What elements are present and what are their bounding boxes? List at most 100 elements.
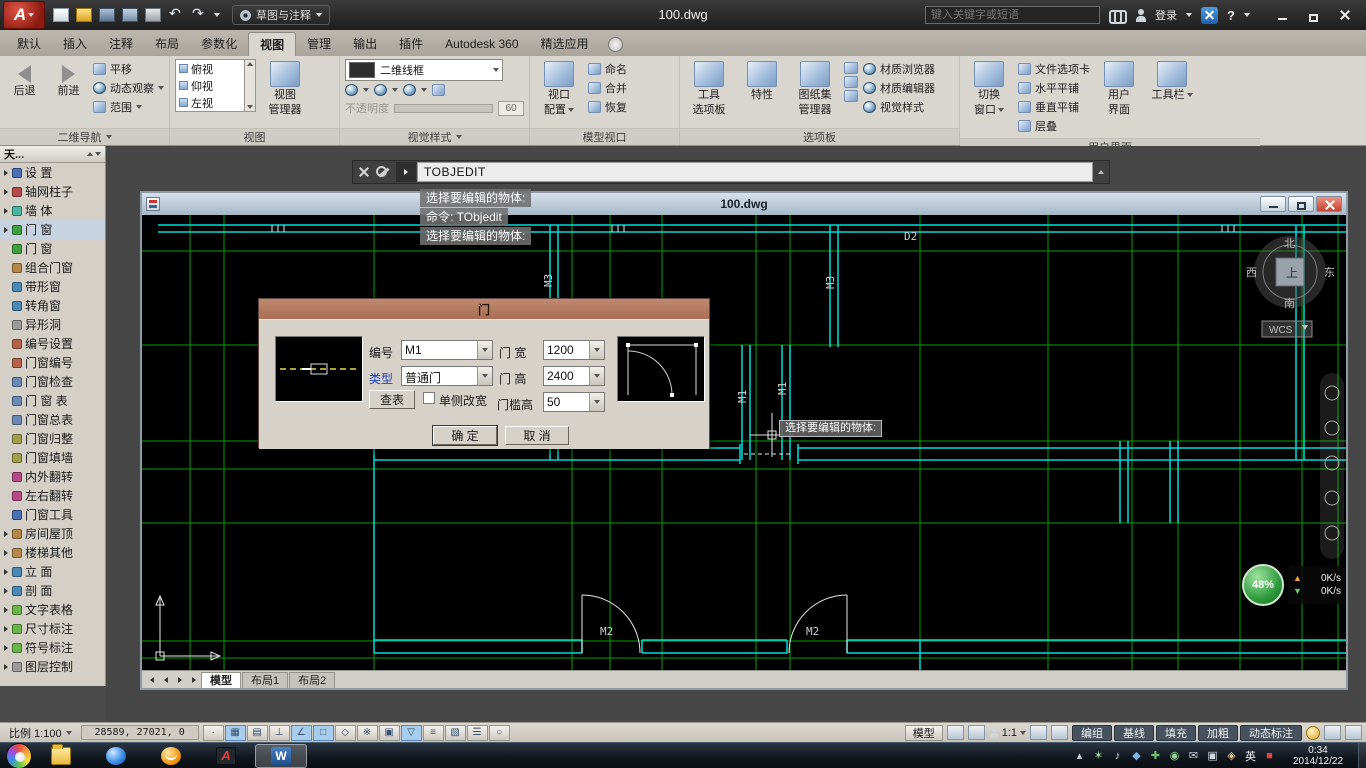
drawing-quickview-icon[interactable] [968, 725, 985, 740]
snap-toggle[interactable]: ▦ [225, 725, 246, 741]
tray-icon[interactable]: ✉ [1185, 749, 1202, 762]
undo-icon[interactable] [168, 8, 184, 22]
layout-tab[interactable]: 布局1 [242, 672, 288, 688]
ribbon-tab[interactable]: 默认 [6, 32, 52, 56]
layout-tab[interactable]: 模型 [201, 672, 241, 688]
viewport-configuration-button[interactable]: 视口 配置 [535, 59, 583, 116]
tray-icon[interactable]: ◉ [1166, 749, 1183, 762]
sidebar-item[interactable]: 门窗工具 [0, 505, 105, 524]
pan-button[interactable]: 平移 [93, 59, 164, 78]
properties-palette-button[interactable]: 特性 [738, 59, 786, 102]
dialog-titlebar[interactable]: 门 [259, 299, 709, 319]
lookup-table-button[interactable]: 查表 [369, 390, 415, 409]
sidebar-item[interactable]: 组合门窗 [0, 258, 105, 277]
ortho-toggle[interactable]: ⊥ [269, 725, 290, 741]
switch-windows-button[interactable]: 切换 窗口 [965, 59, 1013, 116]
sidebar-item[interactable]: 尺寸标注 [0, 619, 105, 638]
palette-small-button[interactable]: 材质编辑器 [863, 78, 935, 97]
command-close-icon[interactable] [353, 161, 375, 183]
ui-small-button[interactable]: 层叠 [1018, 116, 1090, 135]
grid-toggle[interactable]: ▤ [247, 725, 268, 741]
command-customize-wrench-icon[interactable] [375, 163, 393, 181]
search-input[interactable] [925, 6, 1100, 24]
taskbar-clock[interactable]: 0:34 2014/12/22 [1284, 745, 1352, 767]
panel-title-2d-navigation[interactable]: 二维导航 [0, 128, 169, 145]
workspace-switcher[interactable]: 草图与注释 [232, 5, 330, 25]
sidebar-item[interactable]: 剖 面 [0, 581, 105, 600]
sidebar-item[interactable]: 内外翻转 [0, 467, 105, 486]
view-list-scrollbar[interactable] [245, 59, 256, 112]
lock-ui-icon[interactable] [1324, 725, 1341, 740]
ribbon-tab[interactable]: Autodesk 360 [434, 32, 529, 56]
workspace-switch-icon[interactable] [1306, 726, 1320, 740]
transparency-toggle[interactable]: ▧ [445, 725, 466, 741]
chevron-down-icon[interactable] [1244, 13, 1250, 17]
sidebar-item[interactable]: 墙 体 [0, 201, 105, 220]
sidebar-item[interactable]: 门窗编号 [0, 353, 105, 372]
save-icon[interactable] [99, 8, 115, 22]
taskbar-autocad-button[interactable]: A [200, 744, 252, 768]
scroll-up-icon[interactable] [247, 62, 253, 66]
palette-small-button[interactable]: 视觉样式 [863, 97, 935, 116]
taskbar-explorer-button[interactable] [35, 744, 87, 768]
layer-palette-icon[interactable] [844, 76, 858, 88]
tarch-toggle-button[interactable]: 动态标注 [1240, 725, 1302, 741]
tarch-toggle-button[interactable]: 编组 [1072, 725, 1112, 741]
named-viewports-button[interactable]: 命名 [588, 59, 627, 78]
signin-button[interactable]: 登录 [1155, 7, 1177, 23]
dyn-toggle[interactable]: ▽ [401, 725, 422, 741]
orbit-button[interactable]: 动态观察 [93, 78, 164, 97]
tray-icon[interactable]: ▴ [1071, 749, 1088, 762]
chevron-down-icon[interactable] [589, 367, 604, 385]
next-layout-icon[interactable] [173, 673, 186, 686]
door-plan-preview[interactable] [275, 336, 363, 402]
door-number-combo[interactable]: M1 [401, 340, 493, 360]
palette-small-button[interactable]: 材质浏览器 [863, 59, 935, 78]
plot-icon[interactable] [145, 8, 161, 22]
ui-small-button[interactable]: 水平平铺 [1018, 78, 1090, 97]
scale-button[interactable]: 比例 1:100 [4, 725, 77, 741]
ribbon-tab[interactable]: 视图 [248, 32, 296, 56]
open-file-icon[interactable] [76, 8, 92, 22]
drawing-window-titlebar[interactable]: 100.dwg [142, 193, 1346, 215]
forward-button[interactable]: 前进 [49, 59, 88, 98]
ok-button[interactable]: 确 定 [433, 426, 497, 445]
panel-title-model-viewports[interactable]: 模型视口 [530, 128, 679, 145]
drawing-maximize-button[interactable] [1288, 196, 1314, 212]
sidebar-item[interactable]: 门窗归整 [0, 429, 105, 448]
ribbon-collapse-button[interactable] [608, 37, 623, 52]
tray-icon[interactable]: ■ [1261, 750, 1278, 762]
osnap3d-toggle[interactable]: ◇ [335, 725, 356, 741]
ribbon-tab[interactable]: 精选应用 [530, 32, 600, 56]
view-manager-button[interactable]: 视图 管理器 [261, 59, 309, 116]
tray-icon[interactable]: 英 [1242, 748, 1259, 764]
panel-title-visual-styles[interactable]: 视觉样式 [340, 128, 529, 145]
chevron-down-icon[interactable] [392, 88, 398, 92]
last-layout-icon[interactable] [187, 673, 200, 686]
show-desktop-button[interactable] [1358, 743, 1366, 768]
clean-screen-icon[interactable] [1345, 725, 1362, 740]
taskbar-browser-button[interactable] [90, 744, 142, 768]
chevron-down-icon[interactable] [363, 88, 369, 92]
infer-constraints-toggle[interactable]: ∙ [203, 725, 224, 741]
type-label[interactable]: 类型 [369, 370, 393, 387]
ui-small-button[interactable]: 文件选项卡 [1018, 59, 1090, 78]
markup-palette-icon[interactable] [844, 90, 858, 102]
tarch-toggle-button[interactable]: 加粗 [1198, 725, 1238, 741]
door-height-combo[interactable]: 2400 [543, 366, 605, 386]
first-layout-icon[interactable] [145, 673, 158, 686]
sidebar-item[interactable]: 门窗总表 [0, 410, 105, 429]
qat-chevron-down-icon[interactable] [214, 13, 220, 17]
sidebar-item[interactable]: 符号标注 [0, 638, 105, 657]
prev-layout-icon[interactable] [159, 673, 172, 686]
sidebar-item[interactable]: 房间屋顶 [0, 524, 105, 543]
sidebar-item[interactable]: 立 面 [0, 562, 105, 581]
help-icon[interactable]: ? [1227, 8, 1235, 23]
panel-title-palettes[interactable]: 选项板 [680, 128, 959, 145]
tray-icon[interactable]: ◆ [1128, 749, 1145, 762]
shadow-style-icon[interactable] [403, 84, 416, 96]
chevron-down-icon[interactable] [477, 367, 492, 385]
model-space-button[interactable]: 模型 [905, 725, 943, 741]
sidebar-item[interactable]: 门 窗 [0, 220, 105, 239]
search-binoculars-icon[interactable] [1109, 9, 1127, 21]
